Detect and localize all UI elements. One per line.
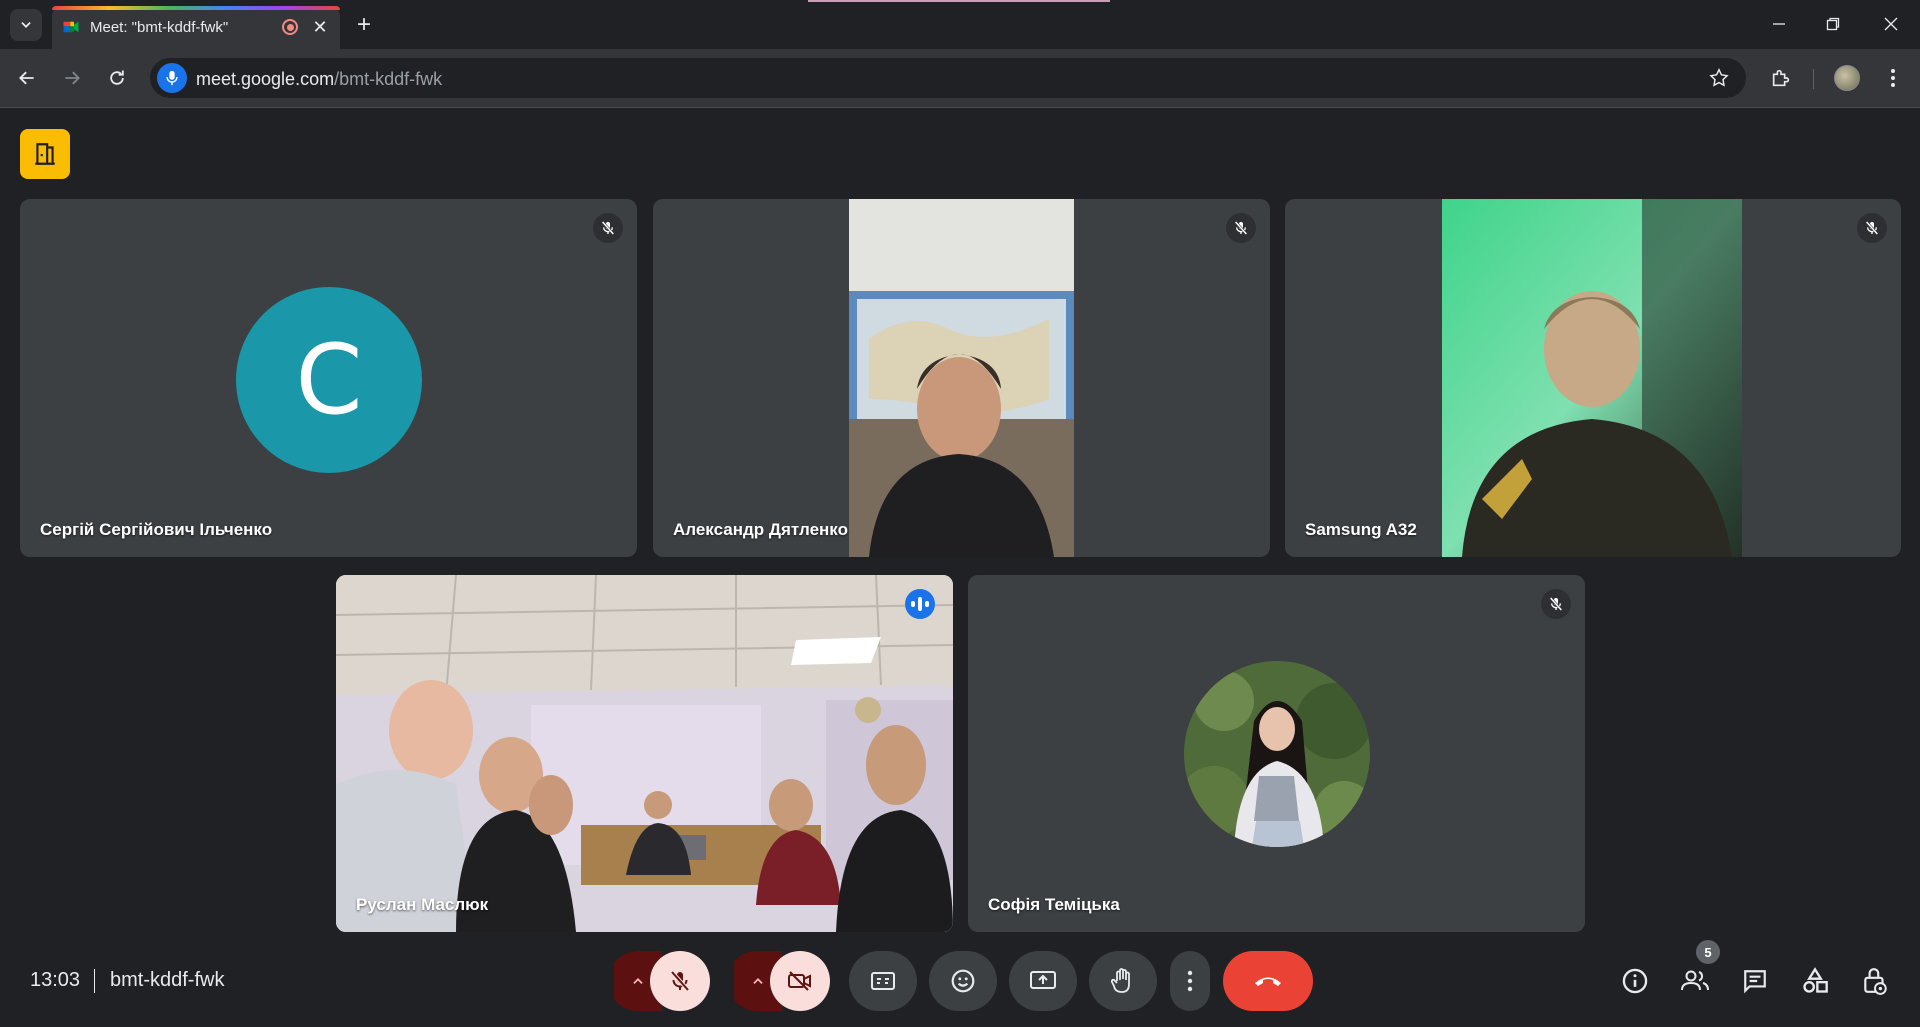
participant-tile[interactable]: Samsung A32 <box>1285 199 1901 557</box>
browser-tab-active[interactable]: Meet: "bmt-kddf-fwk" ✕ <box>52 6 340 49</box>
meeting-code: bmt-kddf-fwk <box>110 969 225 991</box>
activities-button[interactable] <box>1795 961 1835 1001</box>
mic-off-icon <box>593 213 623 243</box>
chevron-up-icon <box>753 978 763 984</box>
avatar: С <box>236 287 422 473</box>
participant-name: Samsung A32 <box>1305 520 1417 539</box>
address-bar[interactable]: meet.google.com/bmt-kddf-fwk <box>150 58 1746 98</box>
url-path: /bmt-kddf-fwk <box>334 69 443 89</box>
url-host: meet.google.com <box>196 69 335 89</box>
present-button[interactable] <box>1009 951 1077 1011</box>
tab-group-indicator <box>52 6 340 10</box>
chat-button[interactable] <box>1735 961 1775 1001</box>
participant-name: Александр Дятленко <box>673 520 848 539</box>
reload-icon <box>110 70 124 85</box>
browser-menu-button[interactable] <box>1876 61 1910 95</box>
meet-favicon-icon <box>63 21 79 33</box>
mic-off-icon <box>670 970 690 992</box>
arrow-back-icon <box>19 71 34 85</box>
meet-stage: С Сергій Сергійович Ільченко Александр Д… <box>0 109 1920 1027</box>
activities-icon <box>1803 967 1828 993</box>
more-options-button[interactable] <box>1170 951 1210 1011</box>
companion-mode-button[interactable] <box>20 129 70 179</box>
tab-title: Meet: "bmt-kddf-fwk" <box>90 19 229 36</box>
meeting-time: 13:03 <box>30 969 81 991</box>
captions-button[interactable] <box>849 951 917 1011</box>
back-button[interactable] <box>10 61 44 95</box>
participant-count-badge: 5 <box>1696 940 1720 964</box>
leave-call-button[interactable] <box>1223 951 1313 1011</box>
close-icon <box>1884 17 1898 31</box>
mic-off-icon <box>1857 213 1887 243</box>
reload-button[interactable] <box>100 61 134 95</box>
host-controls-button[interactable] <box>1855 961 1895 1001</box>
minimize-button[interactable] <box>1756 8 1802 40</box>
chevron-down-icon <box>21 22 31 28</box>
site-mic-permission-button[interactable] <box>157 63 187 93</box>
chat-icon <box>1744 970 1766 994</box>
more-vert-icon <box>1187 970 1193 992</box>
new-tab-button[interactable]: + <box>348 9 380 41</box>
profile-avatar[interactable] <box>1834 65 1860 91</box>
participant-video <box>1442 199 1742 557</box>
arrow-forward-icon <box>65 71 80 85</box>
mic-icon <box>166 70 178 86</box>
bookmark-star-icon[interactable] <box>1708 67 1730 89</box>
recording-icon <box>282 19 298 35</box>
minimize-icon <box>1773 23 1785 25</box>
emoji-icon <box>951 969 975 993</box>
people-icon <box>1681 970 1709 991</box>
close-window-button[interactable] <box>1868 8 1914 40</box>
avatar <box>1184 661 1370 847</box>
raise-hand-button[interactable] <box>1089 951 1157 1011</box>
time-divider <box>94 969 95 993</box>
toolbar-divider <box>1813 69 1814 89</box>
speaking-indicator-icon <box>905 589 935 619</box>
meeting-details-button[interactable] <box>1615 961 1655 1001</box>
raise-hand-icon <box>1111 968 1130 993</box>
host-controls-icon <box>1864 968 1887 995</box>
participant-video <box>849 199 1074 557</box>
call-end-icon <box>1255 977 1281 986</box>
participant-tile[interactable]: С Сергій Сергійович Ільченко <box>20 199 637 557</box>
restore-icon <box>1826 17 1840 31</box>
participant-name: Сергій Сергійович Ільченко <box>40 520 273 539</box>
mic-toggle-button[interactable] <box>650 951 710 1011</box>
people-button[interactable] <box>1675 961 1715 1001</box>
tab-search-button[interactable] <box>10 9 42 41</box>
puzzle-icon <box>1772 69 1790 87</box>
mic-control-group <box>608 951 716 1011</box>
screen-share-indicator <box>808 0 1110 2</box>
participant-name: Руслан Маслюк <box>356 895 489 914</box>
door-exit-icon <box>35 143 55 165</box>
browser-toolbar: meet.google.com/bmt-kddf-fwk <box>0 49 1920 108</box>
videocam-off-icon <box>788 971 811 991</box>
participant-tile-active-speaker[interactable]: Руслан Маслюк <box>336 575 953 932</box>
extensions-button[interactable] <box>1764 61 1798 95</box>
present-screen-icon <box>1030 971 1056 989</box>
participant-video <box>336 575 953 932</box>
participant-name: Софія Теміцька <box>988 895 1120 914</box>
reactions-button[interactable] <box>929 951 997 1011</box>
camera-toggle-button[interactable] <box>770 951 830 1011</box>
participant-tile[interactable]: Софія Теміцька <box>968 575 1585 932</box>
url-text: meet.google.com/bmt-kddf-fwk <box>196 69 442 90</box>
camera-control-group <box>727 951 837 1011</box>
forward-button[interactable] <box>55 61 89 95</box>
mic-off-icon <box>1226 213 1256 243</box>
closed-captions-icon <box>871 972 895 990</box>
mic-off-icon <box>1541 589 1571 619</box>
close-tab-icon[interactable]: ✕ <box>308 15 332 39</box>
participant-tile[interactable]: Александр Дятленко <box>653 199 1270 557</box>
info-icon <box>1622 968 1648 994</box>
chevron-up-icon <box>633 978 643 984</box>
more-vert-icon <box>1891 69 1895 87</box>
browser-tab-bar: Meet: "bmt-kddf-fwk" ✕ + <box>0 0 1920 49</box>
restore-button[interactable] <box>1810 8 1856 40</box>
